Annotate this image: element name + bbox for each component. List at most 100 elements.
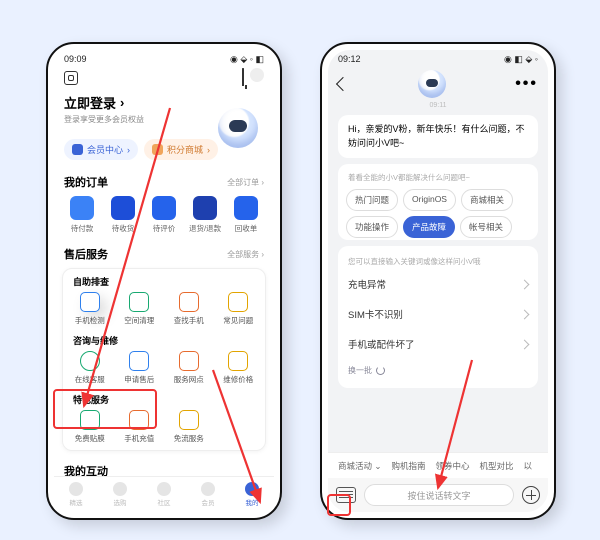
consult-online-service[interactable]: 在线客服 xyxy=(65,351,115,389)
special-data[interactable]: 免流服务 xyxy=(164,410,214,448)
chevron-right-icon xyxy=(520,339,530,349)
top-right-icons xyxy=(242,68,264,87)
back-button[interactable] xyxy=(336,77,350,91)
topic-panel: 着看全能的小V都能解决什么问题吧~ 热门问题OriginOS商城相关功能操作产品… xyxy=(338,164,538,240)
member-center-chip[interactable]: 会员中心 › xyxy=(64,139,138,160)
order-pending-receive[interactable]: 待收货 xyxy=(105,196,141,234)
bag-icon xyxy=(113,482,127,496)
consult-repair-price[interactable]: 维修价格 xyxy=(214,351,264,389)
status-icons: ◉ ◧ ⬙ ◦ xyxy=(504,54,538,65)
tab-mine[interactable]: 我的 xyxy=(236,482,268,507)
chevron-right-icon: › xyxy=(207,145,210,155)
orders-title: 我的订单 xyxy=(64,174,108,190)
order-pending-review[interactable]: 待评价 xyxy=(146,196,182,234)
keyboard-toggle-button[interactable] xyxy=(336,487,356,503)
self-check-title: 自助排查 xyxy=(65,275,263,288)
chevron-right-icon: › xyxy=(127,145,130,155)
voice-input-button[interactable]: 按住说话转文字 xyxy=(364,484,514,506)
clean-icon xyxy=(129,292,149,312)
special-title: 特色服务 xyxy=(65,393,263,406)
special-film[interactable]: 免费贴膜 xyxy=(65,410,115,448)
quick-tag[interactable]: 以 xyxy=(524,460,533,472)
refresh-label: 换一批 xyxy=(348,365,372,376)
self-find[interactable]: 查找手机 xyxy=(164,292,214,330)
input-bar: 按住说话转文字 xyxy=(328,478,548,512)
store-icon xyxy=(179,351,199,371)
topup-icon xyxy=(129,410,149,430)
topic-hint: 着看全能的小V都能解决什么问题吧~ xyxy=(346,172,530,183)
special-topup[interactable]: 手机充值 xyxy=(115,410,165,448)
left-phone-inner: 09:09 ◉ ⬙ ◦ ◧ 立即登录 › 登录享受更多会员权益 xyxy=(54,50,274,512)
form-icon xyxy=(129,351,149,371)
tab-shop[interactable]: 选购 xyxy=(104,482,136,507)
cart-icon[interactable] xyxy=(242,68,244,86)
film-icon xyxy=(80,410,100,430)
person-icon xyxy=(245,482,259,496)
refresh-button[interactable]: 换一批 xyxy=(338,359,538,384)
points-icon xyxy=(152,144,163,155)
question-row[interactable]: 手机或配件坏了 xyxy=(338,329,538,359)
consult-title: 咨询与维修 xyxy=(65,334,263,347)
refresh-icon xyxy=(376,366,385,375)
headset-icon xyxy=(80,351,100,371)
order-pending-pay[interactable]: 待付款 xyxy=(64,196,100,234)
tab-member[interactable]: 会员 xyxy=(192,482,224,507)
self-faq[interactable]: 常见问题 xyxy=(214,292,264,330)
chevron-right-icon: › xyxy=(120,95,124,110)
aftersale-title: 售后服务 xyxy=(64,246,108,262)
order-recycle[interactable]: 回收单 xyxy=(228,196,264,234)
bot-avatar[interactable] xyxy=(418,70,446,98)
consult-apply-aftersale[interactable]: 申请售后 xyxy=(115,351,165,389)
message-icon[interactable] xyxy=(250,68,264,82)
points-mall-label: 积分商城 xyxy=(167,143,203,156)
phone-icon xyxy=(80,292,100,312)
heart-icon xyxy=(69,482,83,496)
wallet-icon xyxy=(70,196,94,220)
topic-pill[interactable]: 热门问题 xyxy=(346,189,398,211)
review-icon xyxy=(152,196,176,220)
topic-pill[interactable]: 帐号相关 xyxy=(460,216,512,238)
aftersale-card: 自助排查 手机检测 空间清理 查找手机 常见问题 咨询与维修 在线客服 申请售后… xyxy=(62,268,266,451)
order-refund[interactable]: 退货/退款 xyxy=(187,196,223,234)
self-clean[interactable]: 空间清理 xyxy=(115,292,165,330)
points-mall-chip[interactable]: 积分商城 › xyxy=(144,139,218,160)
quick-tag[interactable]: 领券中心 xyxy=(436,460,470,472)
consult-service-point[interactable]: 服务网点 xyxy=(164,351,214,389)
tab-community[interactable]: 社区 xyxy=(148,482,180,507)
recycle-icon xyxy=(234,196,258,220)
self-phone-check[interactable]: 手机检测 xyxy=(65,292,115,330)
tab-featured[interactable]: 精选 xyxy=(60,482,92,507)
faq-icon xyxy=(228,292,248,312)
top-row xyxy=(64,68,264,87)
question-row[interactable]: SIM卡不识别 xyxy=(338,299,538,329)
chevron-right-icon xyxy=(520,309,530,319)
orders-more-link[interactable]: 全部订单 › xyxy=(227,177,264,188)
left-phone: 09:09 ◉ ⬙ ◦ ◧ 立即登录 › 登录享受更多会员权益 xyxy=(46,42,282,520)
settings-icon[interactable] xyxy=(64,71,78,85)
avatar[interactable] xyxy=(218,108,258,148)
add-button[interactable] xyxy=(522,486,540,504)
login-title-text: 立即登录 xyxy=(64,93,116,112)
member-icon xyxy=(72,144,83,155)
question-row[interactable]: 充电异常 xyxy=(338,269,538,299)
question-text: 手机或配件坏了 xyxy=(348,337,415,351)
question-text: SIM卡不识别 xyxy=(348,307,403,321)
right-phone: 09:12 ◉ ◧ ⬙ ◦ ••• 09:11 Hi，亲爱的V粉，新年快乐！有什… xyxy=(320,42,556,520)
topic-pills: 热门问题OriginOS商城相关功能操作产品故障帐号相关 xyxy=(346,189,530,238)
status-time: 09:12 xyxy=(338,54,361,64)
quick-tag[interactable]: 商城活动 ⌄ xyxy=(338,460,381,472)
aftersale-more-link[interactable]: 全部服务 › xyxy=(227,249,264,260)
quick-tag[interactable]: 购机指南 xyxy=(391,460,425,472)
more-button[interactable]: ••• xyxy=(515,75,538,93)
quick-tag[interactable]: 机型对比 xyxy=(480,460,514,472)
topic-pill[interactable]: 功能操作 xyxy=(346,216,398,238)
topic-pill[interactable]: 产品故障 xyxy=(403,216,455,238)
greeting-bubble: Hi，亲爱的V粉，新年快乐！有什么问题，不妨问问小V吧~ xyxy=(338,115,538,158)
member-center-label: 会员中心 xyxy=(87,143,123,156)
question-panel: 您可以直接输入关键词或像这样问小V哦 充电异常SIM卡不识别手机或配件坏了 换一… xyxy=(338,246,538,388)
status-icons: ◉ ⬙ ◦ ◧ xyxy=(230,54,264,65)
crown-icon xyxy=(201,482,215,496)
price-icon xyxy=(228,351,248,371)
topic-pill[interactable]: 商城相关 xyxy=(461,189,513,211)
topic-pill[interactable]: OriginOS xyxy=(403,189,456,211)
